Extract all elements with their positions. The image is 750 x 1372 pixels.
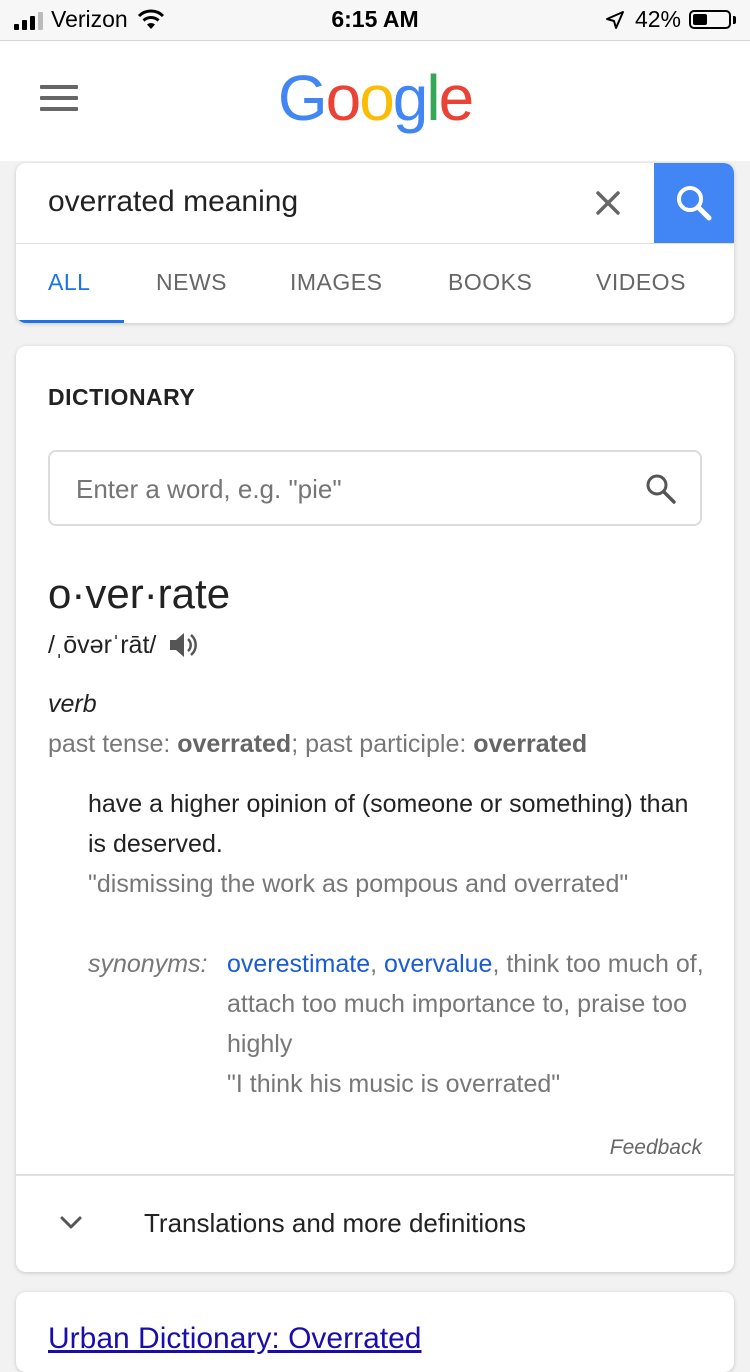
- synonyms-list: overestimate, overvalue, think too much …: [227, 950, 704, 1058]
- part-of-speech: verb: [48, 690, 97, 718]
- logo-letter: l: [426, 62, 440, 134]
- search-button[interactable]: [654, 163, 734, 243]
- logo-letter: o: [325, 62, 362, 134]
- search-tabs: ALL NEWS IMAGES BOOKS VIDEOS: [16, 243, 734, 323]
- definition-text: have a higher opinion of (someone or som…: [88, 790, 689, 858]
- more-definitions-label: Translations and more definitions: [144, 1208, 527, 1238]
- speaker-icon[interactable]: [166, 628, 200, 662]
- battery-tip: [733, 15, 736, 24]
- synonyms-label: synonyms:: [88, 950, 208, 978]
- search-icon[interactable]: [644, 472, 678, 506]
- search-card: overrated meaning ALL NEWS IMAGES BOOKS …: [16, 163, 734, 323]
- past-tense-label: past tense:: [48, 730, 178, 758]
- logo-letter: o: [359, 62, 395, 134]
- logo-letter: g: [392, 62, 429, 134]
- search-icon: [677, 186, 712, 221]
- battery-icon: [689, 10, 731, 29]
- battery-percent: 42%: [634, 6, 681, 32]
- headword: o·ver·rate: [48, 570, 231, 617]
- example-sentence: "dismissing the work as pompous and over…: [88, 870, 629, 898]
- more-definitions-row[interactable]: Translations and more definitions: [16, 1176, 734, 1272]
- location-arrow-icon: [605, 10, 624, 29]
- close-icon: [596, 191, 620, 215]
- status-right: 42%: [605, 6, 736, 33]
- synonym-example: "I think his music is overrated": [227, 1070, 561, 1098]
- dictionary-search-placeholder[interactable]: Enter a word, e.g. "pie": [76, 474, 342, 505]
- chevron-down-icon: [60, 1216, 82, 1229]
- search-input[interactable]: overrated meaning: [48, 185, 298, 219]
- past-participle-value: overrated: [473, 730, 588, 758]
- dictionary-card: DICTIONARY Enter a word, e.g. "pie" o·ve…: [16, 346, 734, 1272]
- phonetic-text: /ˌōvərˈrāt/: [48, 630, 157, 659]
- verb-forms: past tense: overrated; past participle: …: [48, 730, 587, 759]
- header: Google: [0, 41, 750, 161]
- battery-fill: [693, 14, 708, 25]
- dictionary-search-field[interactable]: Enter a word, e.g. "pie": [48, 450, 702, 526]
- clear-button[interactable]: [588, 183, 628, 223]
- tab-all[interactable]: ALL: [48, 269, 90, 296]
- past-tense-value: overrated: [177, 730, 292, 758]
- synonym-link[interactable]: overvalue: [384, 950, 492, 978]
- dictionary-title: DICTIONARY: [48, 384, 196, 410]
- feedback-link[interactable]: Feedback: [610, 1136, 702, 1160]
- logo-letter: e: [438, 62, 475, 134]
- logo-letter: G: [277, 62, 328, 134]
- status-bar: Verizon 6:15 AM 42%: [0, 0, 750, 41]
- synonym-link[interactable]: overestimate: [227, 950, 370, 978]
- result-card: Urban Dictionary: Overrated: [16, 1292, 734, 1372]
- tab-books[interactable]: BOOKS: [448, 269, 532, 296]
- past-participle-label: ; past participle:: [291, 730, 474, 758]
- tab-images[interactable]: IMAGES: [290, 269, 382, 296]
- tab-news[interactable]: NEWS: [156, 269, 227, 296]
- pronunciation: /ˌōvərˈrāt/: [48, 628, 200, 662]
- search-bar: overrated meaning: [16, 163, 734, 244]
- google-logo[interactable]: Google: [0, 61, 750, 135]
- result-title-link[interactable]: Urban Dictionary: Overrated: [48, 1322, 421, 1356]
- tab-videos[interactable]: VIDEOS: [596, 269, 686, 296]
- active-tab-indicator: [16, 320, 124, 323]
